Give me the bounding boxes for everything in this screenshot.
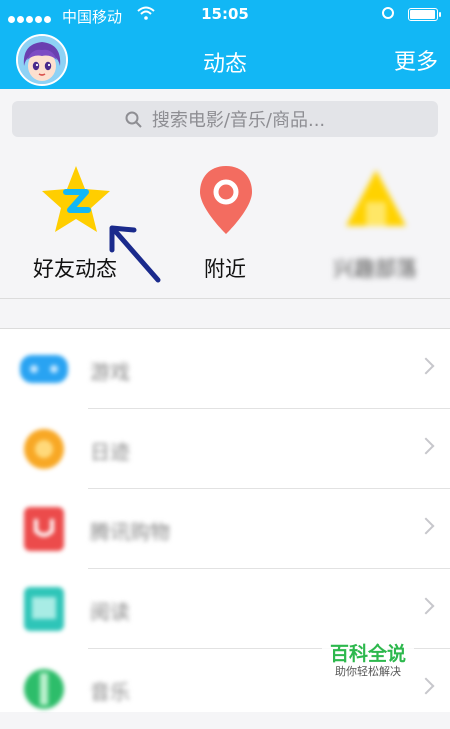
list-item-label: 游戏: [90, 360, 130, 384]
list-item-game[interactable]: 游戏: [0, 329, 450, 409]
chevron-right-icon: [417, 597, 435, 615]
list-item-reading[interactable]: 阅读: [0, 569, 450, 649]
book-icon: [24, 587, 64, 631]
battery-level: [410, 10, 436, 19]
chevron-right-icon: [417, 677, 435, 695]
list-item-label: 腾讯购物: [90, 520, 170, 544]
list-item-label: 日迹: [90, 440, 130, 464]
pointer-arrow: [109, 225, 161, 283]
page-title: 动态: [202, 52, 247, 77]
music-icon: [24, 669, 64, 709]
moments-icon: [24, 429, 64, 469]
search-input[interactable]: 搜索电影/音乐/商品...: [12, 101, 438, 137]
watermark-subtitle: 助你轻松解决: [335, 665, 401, 678]
rotation-lock-icon: [382, 7, 394, 19]
quick-item-label: 附近: [204, 257, 246, 281]
quick-item-interest-tribe[interactable]: 兴趣部落: [300, 150, 450, 298]
watermark: 百科全说 助你轻松解决: [322, 643, 414, 679]
chevron-right-icon: [417, 437, 435, 455]
quick-actions: 好友动态 附近 兴趣部落: [0, 150, 450, 299]
game-icon: [20, 355, 68, 383]
chevron-right-icon: [417, 357, 435, 375]
search-placeholder: 搜索电影/音乐/商品...: [151, 110, 326, 131]
tribe-icon: [346, 170, 406, 226]
quick-item-nearby[interactable]: 附近: [150, 150, 300, 298]
location-pin-icon: [200, 166, 252, 234]
list-item-label: 阅读: [90, 600, 130, 624]
search-section: 搜索电影/音乐/商品...: [0, 89, 450, 149]
list-item-label: 音乐: [90, 680, 130, 704]
search-icon: [125, 111, 142, 128]
shopping-bag-icon: [24, 507, 64, 551]
list-item-shopping[interactable]: 腾讯购物: [0, 489, 450, 569]
watermark-title: 百科全说: [329, 643, 406, 665]
chevron-right-icon: [417, 517, 435, 535]
quick-item-label: 兴趣部落: [333, 257, 417, 281]
qzone-star-icon: [42, 166, 110, 232]
status-bar: 中国移动 15:05: [0, 0, 450, 30]
battery-icon: [408, 8, 441, 21]
more-button[interactable]: 更多: [394, 44, 438, 76]
list-item-moments[interactable]: 日迹: [0, 409, 450, 489]
top-bar: 中国移动 15:05 动态 更多: [0, 0, 450, 89]
